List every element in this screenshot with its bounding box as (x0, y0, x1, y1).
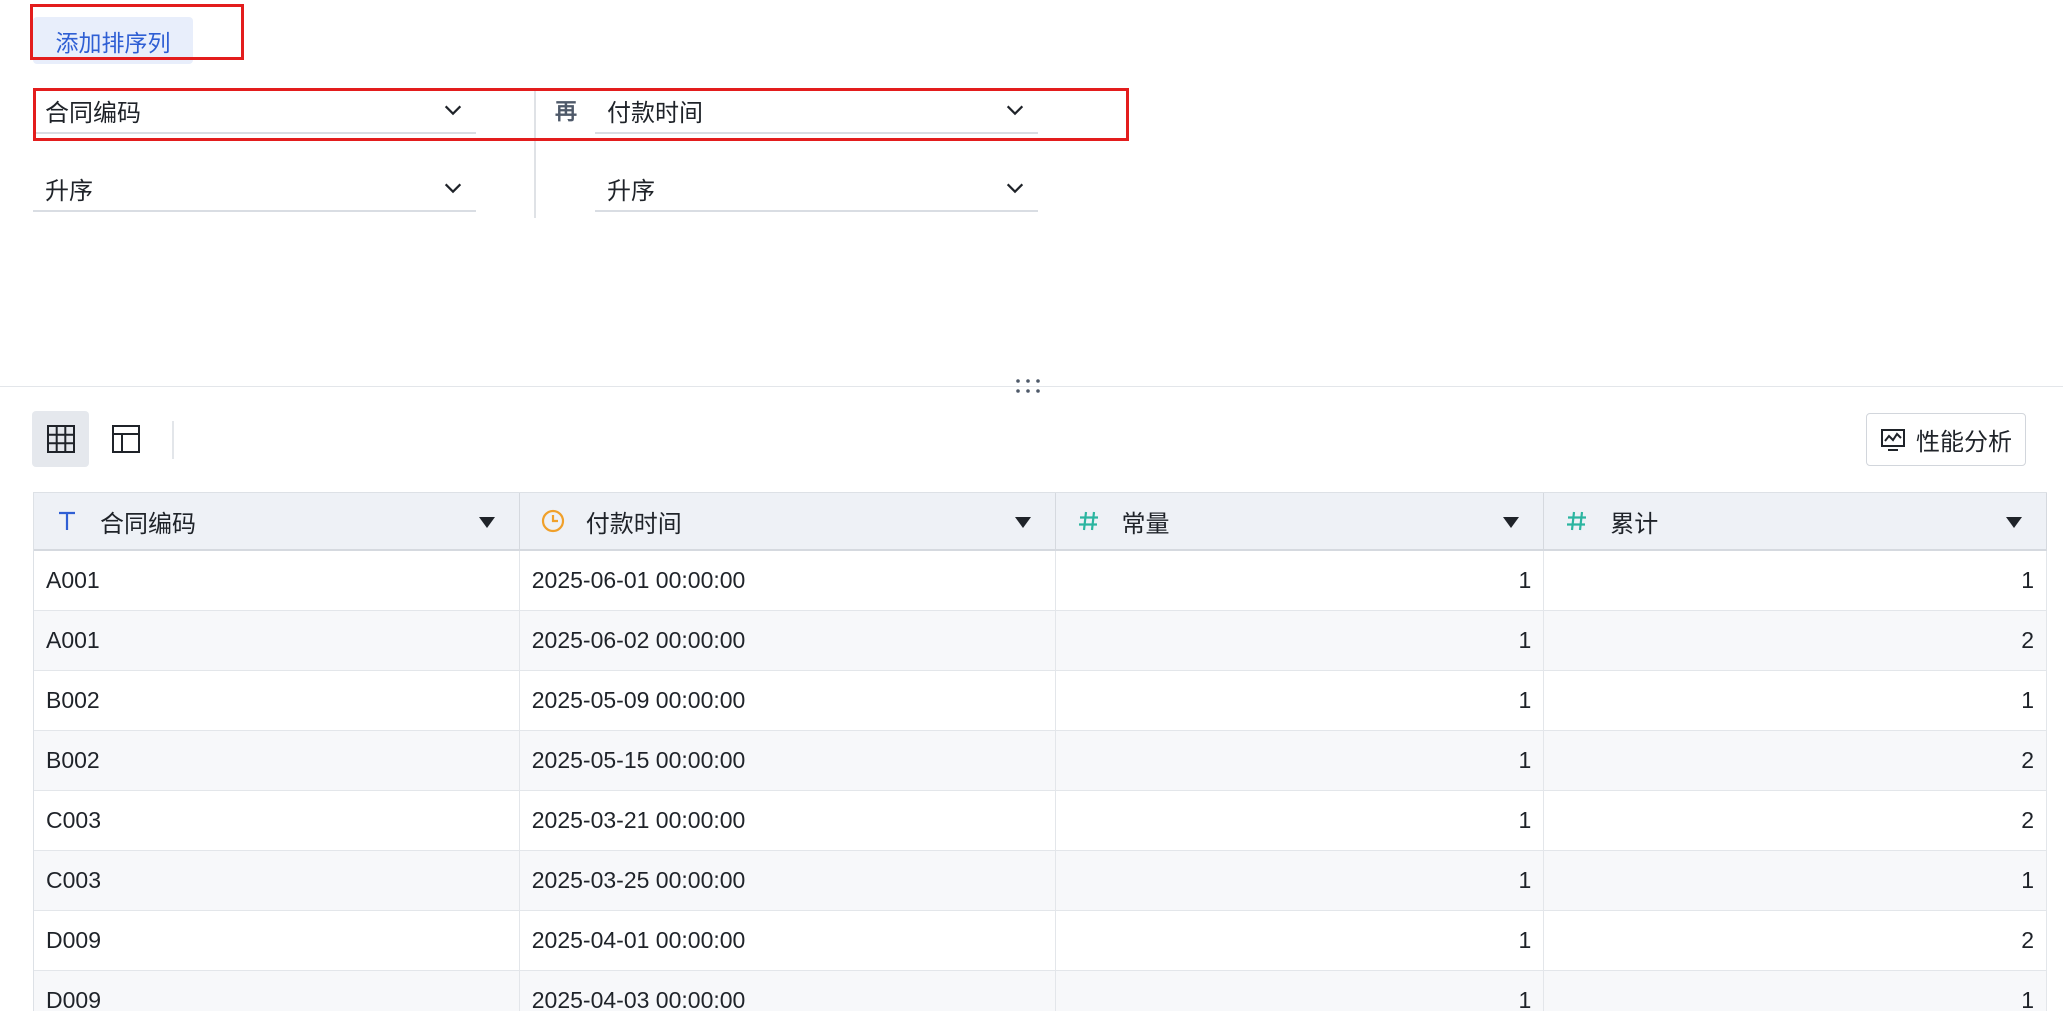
primary-sort-field-select[interactable]: 合同编码 (33, 88, 476, 134)
chevron-down-icon (444, 183, 462, 194)
column-header-label: 常量 (1121, 509, 1170, 538)
performance-analysis-label: 性能分析 (1916, 428, 2012, 456)
cell-payment-time[interactable]: 2025-04-03 00:00:00 (520, 971, 1056, 1011)
secondary-sort-field-select[interactable]: 付款时间 (595, 88, 1038, 134)
performance-chart-icon (1881, 428, 1905, 451)
sort-divider (534, 88, 536, 218)
sort-panel: 添加排序列 合同编码 升序 再 付款时间 升序 (0, 0, 2063, 386)
column-menu-caret-icon[interactable] (2006, 517, 2022, 528)
view-toggle (32, 411, 154, 467)
column-header-label: 付款时间 (585, 509, 682, 538)
cell-constant[interactable]: 1 (1056, 851, 1545, 910)
layout-view-button[interactable] (97, 411, 154, 467)
primary-sort-order-value: 升序 (45, 176, 93, 205)
table-row[interactable]: D009 2025-04-03 00:00:00 1 1 (34, 971, 2047, 1011)
table-header: 合同编码 付款时间 常量 累计 (34, 492, 2047, 551)
add-sort-column-button[interactable]: 添加排序列 (33, 17, 193, 64)
number-type-icon (1074, 509, 1104, 533)
cell-constant[interactable]: 1 (1056, 611, 1545, 670)
cell-payment-time[interactable]: 2025-03-25 00:00:00 (520, 851, 1056, 910)
cell-payment-time[interactable]: 2025-06-02 00:00:00 (520, 611, 1056, 670)
cell-cumulative[interactable]: 1 (1544, 551, 2047, 610)
chevron-down-icon (1006, 183, 1024, 194)
then-label: 再 (555, 100, 578, 125)
cell-payment-time[interactable]: 2025-05-15 00:00:00 (520, 731, 1056, 790)
cell-payment-time[interactable]: 2025-03-21 00:00:00 (520, 791, 1056, 850)
column-header-label: 累计 (1610, 509, 1659, 538)
cell-payment-time[interactable]: 2025-04-01 00:00:00 (520, 911, 1056, 970)
cell-constant[interactable]: 1 (1056, 671, 1545, 730)
primary-sort-order-select[interactable]: 升序 (33, 166, 476, 212)
cell-contract-code[interactable]: C003 (34, 851, 520, 910)
cell-contract-code[interactable]: D009 (34, 971, 520, 1011)
chevron-down-icon (444, 105, 462, 116)
cell-contract-code[interactable]: B002 (34, 731, 520, 790)
number-type-icon (1562, 509, 1592, 533)
cell-payment-time[interactable]: 2025-05-09 00:00:00 (520, 671, 1056, 730)
clock-type-icon (538, 508, 568, 534)
cell-payment-time[interactable]: 2025-06-01 00:00:00 (520, 551, 1056, 610)
cell-contract-code[interactable]: C003 (34, 791, 520, 850)
cell-cumulative[interactable]: 1 (1544, 851, 2047, 910)
column-header-cumulative[interactable]: 累计 (1544, 493, 2047, 549)
cell-constant[interactable]: 1 (1056, 551, 1545, 610)
table-row[interactable]: C003 2025-03-21 00:00:00 1 2 (34, 791, 2047, 851)
table-row[interactable]: B002 2025-05-09 00:00:00 1 1 (34, 671, 2047, 731)
table-body: A001 2025-06-01 00:00:00 1 1 A001 2025-06-02 … (34, 551, 2047, 1011)
column-menu-caret-icon[interactable] (1014, 517, 1031, 528)
table-row[interactable]: A001 2025-06-01 00:00:00 1 1 (34, 551, 2047, 611)
table-row[interactable]: B002 2025-05-15 00:00:00 1 2 (34, 731, 2047, 791)
cell-contract-code[interactable]: B002 (34, 671, 520, 730)
grid-view-button[interactable] (32, 411, 89, 467)
column-header-code[interactable]: 合同编码 (34, 493, 520, 549)
primary-sort-field-value: 合同编码 (45, 98, 141, 127)
cell-contract-code[interactable]: A001 (34, 611, 520, 670)
data-table: 合同编码 付款时间 常量 累计 A001 2025-06-01 00:00:00 1… (33, 492, 2047, 1011)
table-row[interactable]: A001 2025-06-02 00:00:00 1 2 (34, 611, 2047, 671)
cell-constant[interactable]: 1 (1056, 731, 1545, 790)
table-row[interactable]: D009 2025-04-01 00:00:00 1 2 (34, 911, 2047, 971)
column-header-const[interactable]: 常量 (1056, 493, 1545, 549)
cell-constant[interactable]: 1 (1056, 791, 1545, 850)
layout-view-icon (111, 425, 140, 453)
cell-constant[interactable]: 1 (1056, 971, 1545, 1011)
performance-analysis-button[interactable]: 性能分析 (1866, 413, 2026, 466)
toolbar-divider (172, 421, 174, 459)
column-menu-caret-icon[interactable] (478, 517, 495, 528)
cell-cumulative[interactable]: 2 (1544, 611, 2047, 670)
cell-cumulative[interactable]: 2 (1544, 791, 2047, 850)
secondary-sort-order-select[interactable]: 升序 (595, 166, 1038, 212)
cell-contract-code[interactable]: A001 (34, 551, 520, 610)
table-row[interactable]: C003 2025-03-25 00:00:00 1 1 (34, 851, 2047, 911)
cell-cumulative[interactable]: 1 (1544, 971, 2047, 1011)
grid-view-icon (46, 425, 75, 453)
cell-constant[interactable]: 1 (1056, 911, 1545, 970)
cell-cumulative[interactable]: 2 (1544, 731, 2047, 790)
column-header-label: 合同编码 (100, 509, 196, 538)
drag-handle-icon[interactable] (1014, 376, 1042, 396)
secondary-sort-field-value: 付款时间 (607, 98, 703, 127)
column-menu-caret-icon[interactable] (1503, 517, 1520, 528)
text-type-icon (52, 509, 82, 533)
cell-cumulative[interactable]: 1 (1544, 671, 2047, 730)
cell-cumulative[interactable]: 2 (1544, 911, 2047, 970)
secondary-sort-order-value: 升序 (607, 176, 655, 205)
chevron-down-icon (1006, 105, 1024, 116)
column-header-time[interactable]: 付款时间 (520, 493, 1056, 549)
cell-contract-code[interactable]: D009 (34, 911, 520, 970)
